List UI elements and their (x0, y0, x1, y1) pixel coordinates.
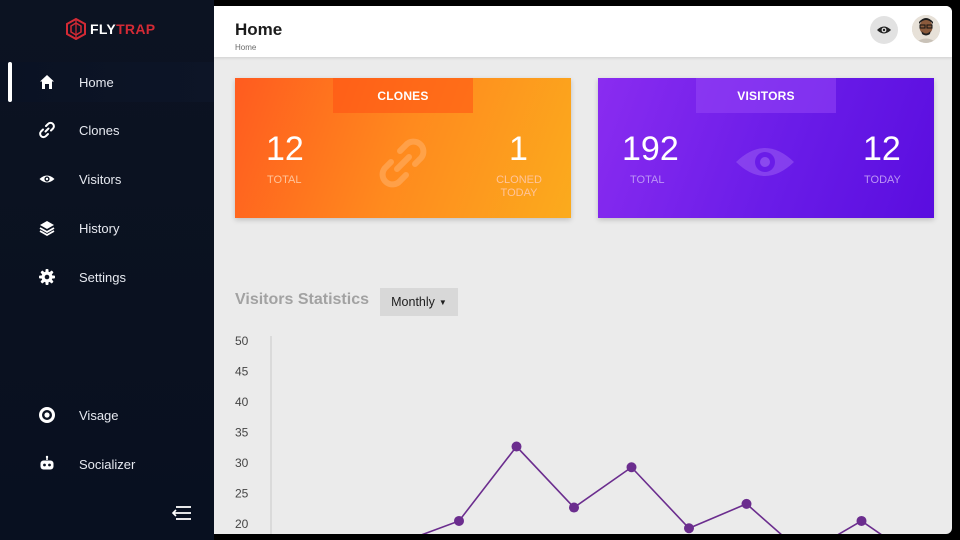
clones-total-value: 12 (266, 130, 304, 168)
series-line (421, 445, 882, 534)
period-dropdown[interactable]: Monthly ▼ (380, 288, 458, 316)
clones-today-label-line2: TODAY (500, 187, 538, 199)
visitors-chart: 50 45 40 35 30 25 20 (235, 334, 882, 534)
sidebar-item-label: Clones (79, 122, 120, 138)
period-value: Monthly (391, 295, 435, 309)
sidebar-item-label: Home (79, 74, 114, 90)
sidebar-item-settings[interactable]: Settings (0, 257, 214, 297)
data-point[interactable] (741, 498, 752, 509)
clones-total-label: TOTAL (267, 174, 302, 186)
link-icon (39, 121, 55, 139)
view-toggle-button[interactable] (870, 16, 898, 44)
y-tick-label: 30 (235, 456, 249, 470)
clones-card[interactable]: CLONES 12 TOTAL 1 CLONED TODAY (235, 78, 571, 218)
brand-name-fly: FLY (90, 21, 117, 37)
data-point[interactable] (626, 462, 637, 473)
main-content: Home Home CLONES 12 TOTAL 1 CLONED TODAY… (214, 6, 952, 534)
clones-today-label: CLONED TODAY (493, 174, 545, 200)
eye-icon (39, 175, 55, 183)
sidebar-item-socializer[interactable]: Socializer (0, 444, 214, 484)
y-tick-label: 40 (235, 395, 249, 409)
y-tick-label: 35 (235, 426, 249, 440)
layers-icon (39, 221, 55, 237)
brand-name: FLYTRAP (90, 21, 155, 37)
data-point[interactable] (856, 515, 867, 526)
top-header: Home Home (214, 6, 952, 57)
breadcrumb[interactable]: Home (235, 43, 256, 52)
link-icon (379, 138, 427, 188)
sidebar-item-label: Socializer (79, 456, 136, 472)
sidebar-item-clones[interactable]: Clones (0, 110, 214, 150)
logo-icon (66, 18, 86, 40)
home-icon (40, 75, 54, 89)
data-point[interactable] (511, 441, 522, 452)
card-title: VISITORS (696, 78, 836, 113)
sidebar-item-home[interactable]: Home (0, 62, 214, 102)
card-title: CLONES (333, 78, 473, 113)
page-title: Home (235, 20, 283, 39)
clones-today-value: 1 (509, 130, 528, 168)
brand-name-trap: TRAP (116, 21, 156, 37)
robot-icon (40, 455, 54, 470)
visitors-today-label: TODAY (864, 174, 901, 186)
visitors-today-value: 12 (863, 130, 901, 168)
y-tick-label: 25 (235, 487, 249, 501)
caret-down-icon: ▼ (438, 297, 447, 307)
sidebar: FLYTRAP Home Clones Visitors History Set… (0, 0, 214, 540)
y-tick-label: 20 (235, 517, 249, 531)
clones-today-label-line1: CLONED (496, 174, 542, 186)
visitors-total-value: 192 (622, 130, 679, 168)
brand-logo[interactable]: FLYTRAP (66, 18, 155, 40)
eye-icon (877, 26, 891, 34)
gear-icon (39, 269, 55, 285)
sidebar-item-label: Visitors (79, 171, 122, 187)
data-point[interactable] (454, 515, 464, 526)
y-tick-label: 50 (235, 334, 249, 348)
sidebar-item-label: History (79, 220, 120, 236)
sidebar-item-visitors[interactable]: Visitors (0, 159, 214, 199)
collapse-menu-icon[interactable] (170, 504, 192, 522)
sidebar-item-label: Settings (79, 269, 126, 285)
sidebar-item-label: Visage (79, 407, 119, 423)
target-icon (39, 407, 55, 423)
sidebar-item-visage[interactable]: Visage (0, 395, 214, 435)
visitors-total-label: TOTAL (630, 174, 665, 186)
visitors-card[interactable]: VISITORS 192 TOTAL 12 TODAY (598, 78, 934, 218)
user-photo (912, 15, 940, 43)
data-point[interactable] (684, 523, 694, 534)
eye-icon (736, 148, 794, 176)
avatar[interactable] (912, 15, 940, 43)
sidebar-item-history[interactable]: History (0, 208, 214, 248)
stats-title: Visitors Statistics (235, 291, 369, 308)
y-tick-label: 45 (235, 365, 249, 379)
data-point[interactable] (569, 502, 579, 513)
